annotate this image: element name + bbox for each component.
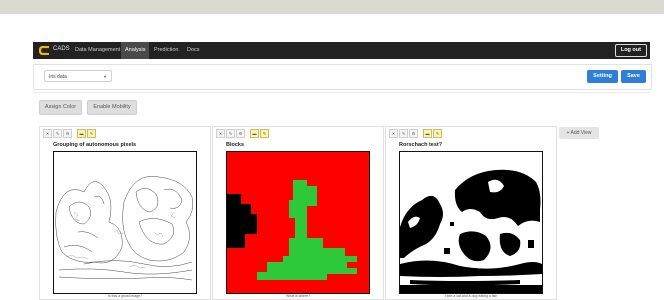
view-panel-2: ✕ ✎ ⚙ ▬ ✎ Blocks What is where? xyxy=(212,126,384,300)
edit-icon[interactable]: ✎ xyxy=(87,129,96,138)
close-icon[interactable]: ✕ xyxy=(216,129,225,138)
nav-prediction[interactable]: Prediction xyxy=(150,42,182,59)
cads-logo-icon xyxy=(39,46,49,55)
view-panel-1: ✕ ✎ ⚙ ▬ ✎ Grouping of autonomous pixels xyxy=(39,126,211,300)
save-icon[interactable]: ▬ xyxy=(250,129,259,138)
save-icon[interactable]: ▬ xyxy=(77,129,86,138)
wrench-icon[interactable]: ✎ xyxy=(399,129,408,138)
blocks-image xyxy=(227,152,369,293)
panel-caption: I see a cat and a dog eating a fish xyxy=(444,294,498,298)
view-image-blocks[interactable] xyxy=(226,151,370,294)
wrench-icon[interactable]: ✎ xyxy=(226,129,235,138)
close-icon[interactable]: ✕ xyxy=(389,129,398,138)
nav-analysis[interactable]: Analysis xyxy=(121,42,150,59)
wrench-icon[interactable]: ✎ xyxy=(53,129,62,138)
close-icon[interactable]: ✕ xyxy=(43,129,52,138)
panel-title: Blocks xyxy=(226,142,245,148)
save-button[interactable]: Save xyxy=(621,70,646,83)
settings-icon[interactable]: ⚙ xyxy=(236,129,245,138)
panel-toolbar: ✕ ✎ ⚙ ▬ ✎ xyxy=(213,127,383,138)
panel-caption: Is this a ghost image? xyxy=(107,294,143,298)
settings-icon[interactable]: ⚙ xyxy=(409,129,418,138)
dataset-select[interactable]: Iris data ▼ xyxy=(44,70,112,82)
add-view-button[interactable]: + Add View xyxy=(559,127,599,139)
chevron-down-icon: ▼ xyxy=(103,74,107,79)
nav-data-management[interactable]: Data Management xyxy=(71,42,124,59)
panel-toolbar: ✕ ✎ ⚙ ▬ ✎ xyxy=(40,127,210,138)
assign-color-button[interactable]: Assign Color xyxy=(39,100,82,115)
view-image-rorschach[interactable] xyxy=(399,151,543,294)
view-image-outline[interactable] xyxy=(53,151,197,294)
nav-docs[interactable]: Docs xyxy=(183,42,204,59)
brand-name[interactable]: CADS xyxy=(53,46,70,52)
toolbar: Iris data ▼ Setting Save xyxy=(33,64,652,90)
top-border xyxy=(0,0,664,14)
dataset-select-value: Iris data xyxy=(49,74,67,80)
edit-icon[interactable]: ✎ xyxy=(433,129,442,138)
setting-button[interactable]: Setting xyxy=(587,70,618,83)
rorschach-image xyxy=(400,152,542,293)
panel-toolbar: ✕ ✎ ⚙ ▬ ✎ xyxy=(386,127,556,138)
divider xyxy=(33,92,650,93)
save-icon[interactable]: ▬ xyxy=(423,129,432,138)
ghost-outline-image xyxy=(54,152,196,293)
edit-icon[interactable]: ✎ xyxy=(260,129,269,138)
navbar: CADS Data Management Analysis Prediction… xyxy=(33,42,650,59)
panel-title: Grouping of autonomous pixels xyxy=(53,142,137,148)
logout-button[interactable]: Log out xyxy=(614,44,647,57)
settings-icon[interactable]: ⚙ xyxy=(63,129,72,138)
view-panel-3: ✕ ✎ ⚙ ▬ ✎ Rorschach test? I see a cat an… xyxy=(385,126,557,300)
enable-mobility-button[interactable]: Enable Mobility xyxy=(87,100,137,115)
panel-title: Rorschach test? xyxy=(399,142,443,148)
panel-caption: What is where? xyxy=(285,294,311,298)
